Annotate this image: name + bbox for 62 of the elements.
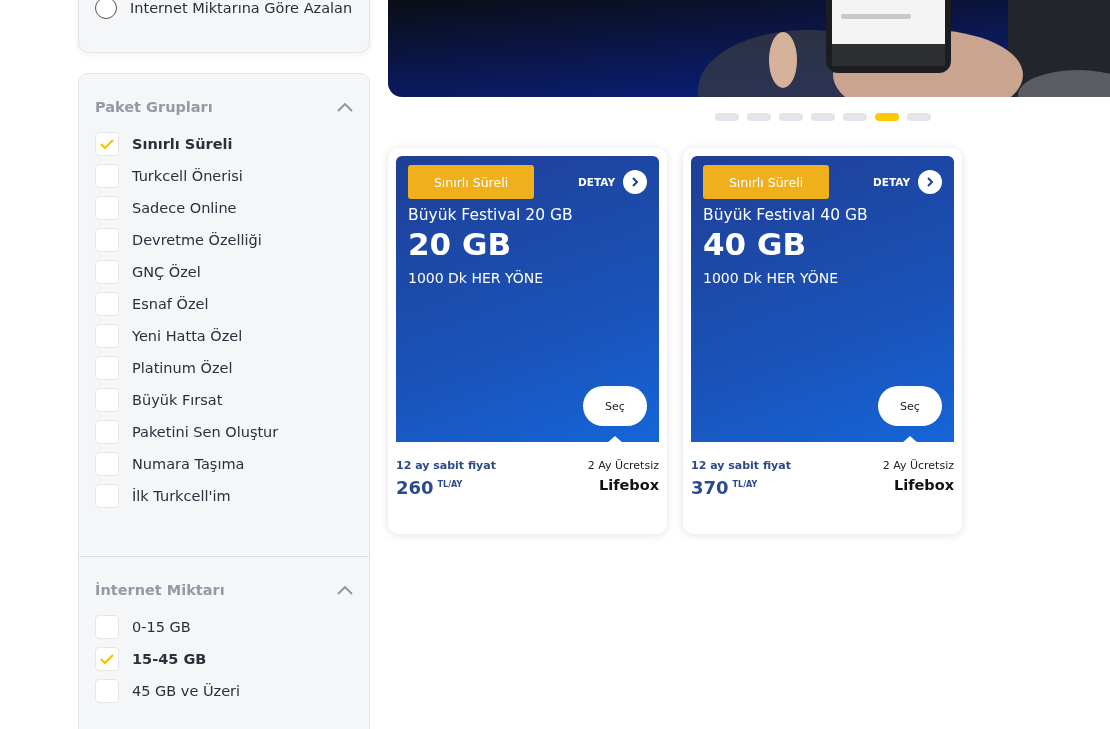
checkbox[interactable] (95, 228, 119, 252)
price: 260 (396, 477, 434, 498)
filter-option[interactable]: 15-45 GB (132, 651, 207, 667)
checkbox[interactable] (95, 615, 119, 639)
check-icon (99, 653, 115, 665)
filter-option[interactable]: 0-15 GB (132, 619, 191, 635)
checkbox[interactable] (95, 132, 119, 156)
filter-option[interactable]: Esnaf Özel (132, 296, 209, 312)
pointer-notch (607, 436, 623, 443)
price-note: 12 ay sabit fiyat (396, 459, 496, 472)
filter-option[interactable]: 45 GB ve Üzeri (132, 683, 241, 699)
checkbox[interactable] (95, 356, 119, 380)
package-name: Büyük Festival 20 GB (408, 206, 574, 224)
price-note: 12 ay sabit fiyat (691, 459, 791, 472)
select-button[interactable]: Seç (878, 386, 942, 426)
filter-option[interactable]: Büyük Fırsat (132, 392, 223, 408)
check-icon (99, 138, 115, 150)
bonus-note: 2 Ay Ücretsiz (882, 459, 954, 472)
checkbox[interactable] (95, 484, 119, 508)
checkbox[interactable] (95, 292, 119, 316)
bonus-name: Lifebox (893, 477, 954, 493)
checkbox[interactable] (95, 260, 119, 284)
filter-option[interactable]: Paketini Sen Oluştur (132, 424, 279, 440)
select-button[interactable]: Seç (583, 386, 647, 426)
pointer-notch (902, 436, 918, 443)
radio-button[interactable] (95, 0, 117, 19)
detail-link[interactable]: DETAY (578, 170, 647, 194)
price-unit: TL/AY (437, 480, 463, 489)
filter-option[interactable]: Devretme Özelliği (132, 232, 262, 248)
sort-option[interactable]: Internet Miktarına Göre Azalan (130, 0, 353, 16)
chevron-up-icon[interactable] (337, 102, 353, 112)
filter-option[interactable]: İlk Turkcell'im (132, 488, 231, 504)
minutes-text: 1000 Dk HER YÖNE (703, 270, 840, 286)
checkbox[interactable] (95, 679, 119, 703)
data-amount: 40 GB (703, 226, 807, 262)
filter-option[interactable]: Turkcell Önerisi (132, 168, 243, 184)
checkbox[interactable] (95, 324, 119, 348)
filter-option[interactable]: Sadece Online (132, 200, 237, 216)
filter-option[interactable]: Platinum Özel (132, 360, 233, 376)
filter-option[interactable]: Yeni Hatta Özel (132, 328, 243, 344)
checkbox[interactable] (95, 388, 119, 412)
package-tag: Sınırlı Süreli (703, 165, 829, 199)
checkbox[interactable] (95, 164, 119, 188)
checkbox[interactable] (95, 420, 119, 444)
chevron-right-icon (631, 177, 639, 187)
filter-option[interactable]: GNÇ Özel (132, 264, 201, 280)
filter-option[interactable]: Numara Taşıma (132, 456, 245, 472)
detail-link[interactable]: DETAY (873, 170, 942, 194)
bonus-note: 2 Ay Ücretsiz (587, 459, 659, 472)
checkbox[interactable] (95, 452, 119, 476)
price: 370 (691, 477, 729, 498)
chevron-right-icon (926, 177, 934, 187)
checkbox[interactable] (95, 196, 119, 220)
price-unit: TL/AY (732, 480, 758, 489)
filter-option[interactable]: Sınırlı Süreli (132, 136, 233, 152)
chevron-up-icon[interactable] (337, 585, 353, 595)
package-tag: Sınırlı Süreli (408, 165, 534, 199)
data-amount: 20 GB (408, 226, 512, 262)
package-name: Büyük Festival 40 GB (703, 206, 869, 224)
checkbox[interactable] (95, 647, 119, 671)
bonus-name: Lifebox (598, 477, 659, 493)
minutes-text: 1000 Dk HER YÖNE (408, 270, 545, 286)
